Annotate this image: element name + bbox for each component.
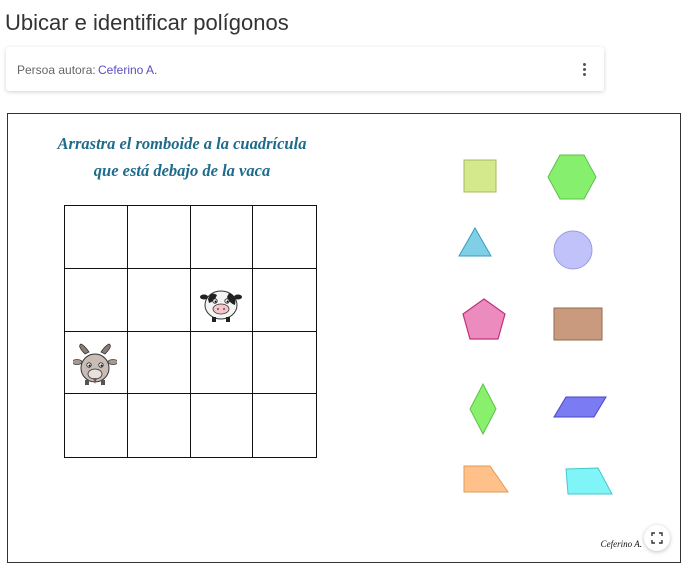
instruction-line-2: que está debajo de la vaca: [93, 161, 271, 180]
grid-cell[interactable]: [65, 268, 128, 332]
grid-cell[interactable]: [253, 206, 316, 269]
rhomboid-shape[interactable]: [552, 395, 608, 419]
more-options-button[interactable]: [574, 59, 594, 79]
grid-cell[interactable]: [127, 331, 191, 395]
irregular-quadrilateral-shape[interactable]: [564, 466, 614, 496]
hexagon-shape[interactable]: [546, 153, 598, 201]
triangle-shape[interactable]: [457, 226, 493, 258]
square-shape[interactable]: [462, 158, 498, 194]
fullscreen-button[interactable]: [644, 525, 670, 551]
rectangle-shape[interactable]: [552, 306, 604, 342]
signature: Ceferino A.: [600, 539, 642, 549]
grid-cell[interactable]: [65, 394, 128, 457]
grid-cell[interactable]: [127, 268, 191, 332]
grid-cell[interactable]: [253, 332, 316, 395]
grid[interactable]: [64, 205, 317, 458]
author-card: Persoa autora: Ceferino A.: [6, 47, 604, 91]
trapezoid-shape[interactable]: [462, 464, 510, 494]
grid-cell[interactable]: [253, 269, 316, 332]
grid-cell[interactable]: [128, 394, 191, 457]
grid-cell[interactable]: [190, 331, 254, 395]
author-label: Persoa autora:: [17, 63, 96, 77]
grid-cell[interactable]: [253, 394, 316, 457]
circle-shape[interactable]: [552, 229, 594, 271]
grid-cell[interactable]: [65, 206, 128, 269]
grid-cell[interactable]: [190, 206, 254, 269]
grid-cell[interactable]: [191, 394, 254, 457]
rhombus-shape[interactable]: [468, 382, 498, 436]
grid-cell[interactable]: [127, 206, 191, 269]
more-vertical-icon: [582, 62, 586, 66]
author-link[interactable]: Ceferino A.: [98, 63, 157, 77]
geogebra-applet[interactable]: Arrastra el romboide a la cuadrícula que…: [7, 113, 681, 563]
grid-cell[interactable]: [65, 331, 128, 395]
grid-cell[interactable]: [190, 268, 254, 332]
instruction-text: Arrastra el romboide a la cuadrícula que…: [8, 130, 356, 184]
instruction-line-1: Arrastra el romboide a la cuadrícula: [57, 134, 307, 153]
goat-icon: [73, 343, 117, 385]
cow-icon: [199, 290, 242, 322]
page-title: Ubicar e identificar polígonos: [5, 10, 289, 35]
fullscreen-icon: [651, 532, 663, 544]
pentagon-shape[interactable]: [461, 297, 507, 341]
